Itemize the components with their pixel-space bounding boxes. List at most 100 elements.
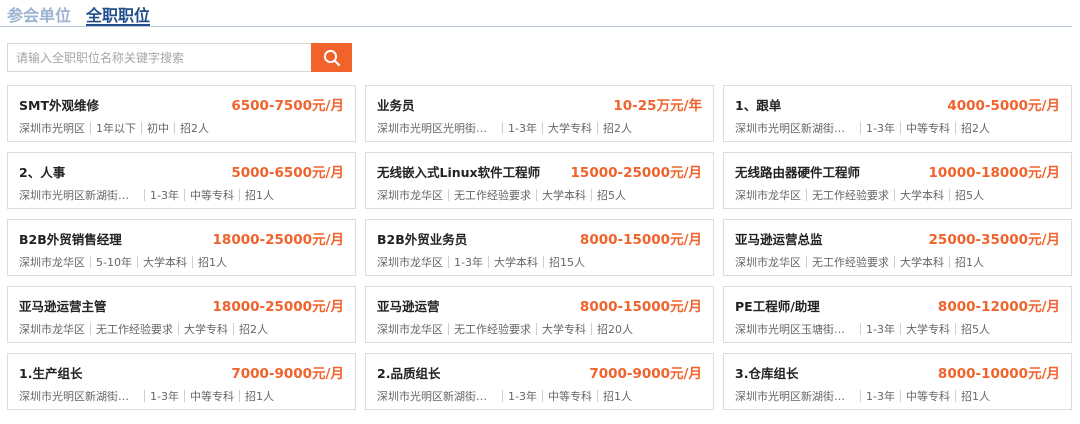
job-headcount: 招1人 — [960, 390, 990, 403]
job-salary: 7000-9000元/月 — [231, 366, 344, 382]
job-title[interactable]: 1.生产组长 — [19, 363, 82, 382]
job-headcount: 招1人 — [244, 189, 274, 202]
job-salary: 18000-25000元/月 — [212, 232, 344, 248]
meta-divider — [591, 323, 592, 335]
job-education: 中等专科 — [189, 390, 234, 403]
job-card[interactable]: B2B外贸销售经理 18000-25000元/月 深圳市龙华区 5-10年 大学本科 招1… — [7, 219, 356, 276]
job-experience: 无工作经验要求 — [96, 323, 173, 336]
job-headcount: 招1人 — [244, 390, 274, 403]
job-experience: 1-3年 — [454, 256, 483, 269]
meta-divider — [90, 323, 91, 335]
job-title[interactable]: 2、人事 — [19, 162, 65, 181]
job-meta: 深圳市龙华区 无工作经验要求 大学专科 招2人 — [19, 321, 268, 337]
job-meta: 深圳市光明区新湖街道... 1-3年 中等专科 招2人 — [735, 120, 990, 136]
meta-divider — [860, 122, 861, 134]
job-title[interactable]: PE工程师/助理 — [735, 296, 820, 315]
job-experience: 1-3年 — [508, 390, 537, 403]
job-education: 大学本科 — [493, 256, 538, 269]
job-title[interactable]: B2B外贸销售经理 — [19, 229, 122, 248]
meta-divider — [448, 189, 449, 201]
job-location: 深圳市光明区新湖街道... — [735, 390, 855, 403]
job-experience: 1-3年 — [508, 122, 537, 135]
meta-divider — [894, 256, 895, 268]
meta-divider — [860, 390, 861, 402]
meta-divider — [502, 122, 503, 134]
meta-divider — [899, 323, 901, 335]
job-title[interactable]: 亚马逊运营 — [377, 296, 440, 315]
job-card[interactable]: 3.仓库组长 8000-10000元/月 深圳市光明区新湖街道... 1-3年 中等专科… — [723, 353, 1072, 410]
job-location: 深圳市光明区光明街道... — [377, 122, 497, 135]
meta-divider — [591, 189, 592, 201]
meta-divider — [541, 390, 543, 402]
job-title[interactable]: B2B外贸业务员 — [377, 229, 467, 248]
job-card[interactable]: 2.品质组长 7000-9000元/月 深圳市光明区新湖街道... 1-3年 中等专科招… — [365, 353, 714, 410]
job-card[interactable]: 1、跟单 4000-5000元/月 深圳市光明区新湖街道... 1-3年 中等专科 招2人 — [723, 85, 1072, 142]
job-meta: 深圳市龙华区 5-10年 大学本科 招1人 — [19, 254, 227, 270]
job-title[interactable]: 亚马逊运营总监 — [735, 229, 823, 248]
job-title[interactable]: 业务员 — [377, 95, 415, 114]
job-experience: 无工作经验要求 — [454, 323, 531, 336]
job-title[interactable]: 无线嵌入式Linux软件工程师 — [377, 162, 540, 181]
job-education: 大学本科 — [900, 189, 944, 202]
job-card[interactable]: SMT外观维修 6500-7500元/月 深圳市光明区 1年以下 初中 招2人 — [7, 85, 356, 142]
job-meta: 深圳市龙华区 无工作经验要求 大学本科 招5人 — [377, 187, 626, 203]
job-experience: 1-3年 — [866, 390, 895, 403]
meta-divider — [536, 189, 537, 201]
job-education: 大学专科 — [905, 323, 950, 336]
job-title[interactable]: 2.品质组长 — [377, 363, 440, 382]
job-title[interactable]: 1、跟单 — [735, 95, 781, 114]
meta-divider — [806, 189, 807, 201]
job-education: 大学本科 — [142, 256, 187, 269]
job-salary: 10-25万元/年 — [613, 98, 702, 114]
job-meta: 深圳市龙华区 无工作经验要求 大学本科 招5人 — [735, 187, 984, 203]
job-education: 大学专科 — [542, 323, 586, 336]
job-card[interactable]: 2、人事 5000-6500元/月 深圳市光明区新湖街道... 1-3年 中等专科 招1人 — [7, 152, 356, 209]
meta-divider — [894, 189, 895, 201]
job-meta: 深圳市光明区光明街道... 1-3年 大学专科 招2人 — [377, 120, 632, 136]
job-headcount: 招1人 — [602, 390, 632, 403]
job-salary: 18000-25000元/月 — [212, 299, 344, 315]
meta-divider — [183, 189, 185, 201]
job-card[interactable]: 1.生产组长 7000-9000元/月 深圳市光明区新湖街道... 1-3年 中等专科招… — [7, 353, 356, 410]
job-card[interactable]: B2B外贸业务员 8000-15000元/月 深圳市龙华区 1-3年 大学本科 招15人 — [365, 219, 714, 276]
meta-divider — [174, 122, 175, 134]
meta-divider — [448, 256, 449, 268]
job-card[interactable]: 亚马逊运营 8000-15000元/月 深圳市龙华区 无工作经验要求 大学专科 招20人 — [365, 286, 714, 343]
job-experience: 无工作经验要求 — [812, 189, 889, 202]
search-button[interactable] — [311, 43, 352, 72]
meta-divider — [144, 189, 145, 201]
job-location: 深圳市龙华区 — [735, 189, 801, 202]
job-meta: 深圳市龙华区 无工作经验要求 大学专科 招20人 — [377, 321, 633, 337]
job-card[interactable]: 无线嵌入式Linux软件工程师 15000-25000元/月 深圳市龙华区 无工作经验… — [365, 152, 714, 209]
meta-divider — [487, 256, 489, 268]
meta-divider — [191, 256, 193, 268]
job-experience: 5-10年 — [96, 256, 132, 269]
job-salary: 5000-6500元/月 — [231, 165, 344, 181]
job-location: 深圳市光明区新湖街道... — [735, 122, 855, 135]
job-title[interactable]: 亚马逊运营主管 — [19, 296, 107, 315]
meta-divider — [954, 390, 956, 402]
job-salary: 6500-7500元/月 — [231, 98, 344, 114]
job-card[interactable]: 亚马逊运营主管 18000-25000元/月深圳市龙华区 无工作经验要求 大学专科 招2… — [7, 286, 356, 343]
job-location: 深圳市龙华区 — [377, 189, 443, 202]
job-card[interactable]: 业务员 10-25万元/年 深圳市光明区光明街道... 1-3年 大学专科 招2人 — [365, 85, 714, 142]
job-card[interactable]: PE工程师/助理 8000-12000元/月 深圳市光明区玉塘街道... 1-3年 大学… — [723, 286, 1072, 343]
job-headcount: 招15人 — [548, 256, 585, 269]
tab-fulltime-jobs[interactable]: 全职职位 — [86, 2, 151, 27]
search-input[interactable] — [7, 43, 311, 72]
job-card[interactable]: 无线路由器硬件工程师 10000-18000元/月 深圳市龙华区 无工作经验要求 大学本… — [723, 152, 1072, 209]
job-location: 深圳市龙华区 — [735, 256, 801, 269]
job-headcount: 招2人 — [960, 122, 990, 135]
job-title[interactable]: 无线路由器硬件工程师 — [735, 162, 860, 181]
job-title[interactable]: SMT外观维修 — [19, 95, 99, 114]
job-title[interactable]: 3.仓库组长 — [735, 363, 798, 382]
job-card[interactable]: 亚马逊运营总监 25000-35000元/月 深圳市龙华区 无工作经验要求 大学本科 招1… — [723, 219, 1072, 276]
meta-divider — [806, 256, 807, 268]
job-location: 深圳市龙华区 — [19, 256, 85, 269]
meta-divider — [141, 122, 142, 134]
job-location: 深圳市龙华区 — [377, 256, 443, 269]
meta-divider — [949, 256, 950, 268]
meta-divider — [238, 390, 240, 402]
meta-divider — [954, 122, 956, 134]
tab-exhibitors[interactable]: 参会单位 — [7, 2, 71, 26]
